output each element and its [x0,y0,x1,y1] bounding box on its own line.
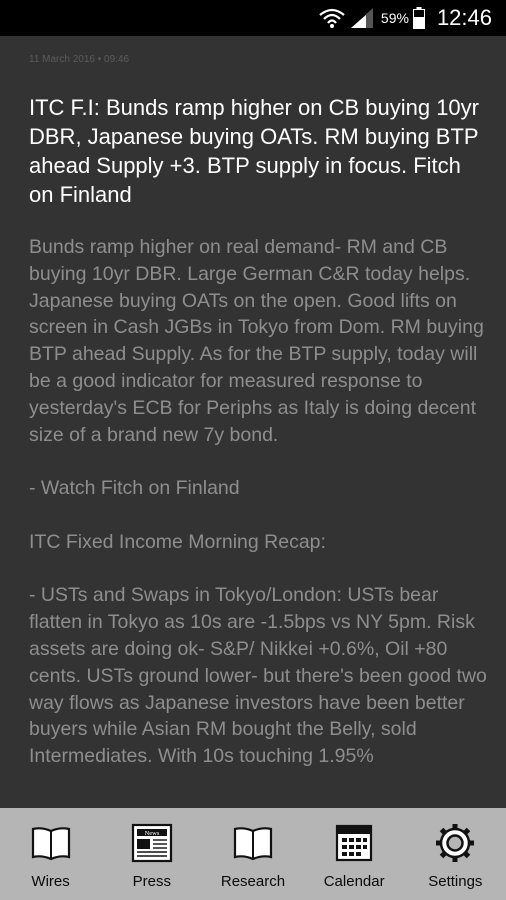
nav-calendar[interactable]: Calendar [304,808,404,890]
nav-label: Settings [428,873,483,890]
battery-percent: 59% [380,10,409,26]
signal-icon [350,8,373,28]
book-icon [232,822,274,864]
article-paragraph: - USTs and Swaps in Tokyo/London: USTs b… [29,584,487,768]
nav-press[interactable]: News Press [102,808,202,890]
nav-settings[interactable]: Settings [405,808,505,890]
bottom-navigation: Wires News Press Research Calendar Setti… [0,808,506,900]
nav-label: Research [220,873,286,890]
nav-wires[interactable]: Wires [1,808,101,890]
clock: 12:46 [436,5,492,30]
article-title: ITC F.I: Bunds ramp higher on CB buying … [29,95,479,207]
nav-label: Calendar [323,873,385,890]
article-paragraph: Bunds ramp higher on real demand- RM and… [29,236,484,446]
nav-label: Press [132,873,171,890]
calendar-icon [333,822,375,864]
article-paragraph: ITC Fixed Income Morning Recap: [29,530,326,553]
article-timestamp: 11 March 2016 • 09:46 [29,54,130,65]
gear-icon [434,822,476,864]
article-paragraph: - Watch Fitch on Finland [29,477,240,500]
book-icon [30,822,72,864]
nav-research[interactable]: Research [203,808,303,890]
newspaper-icon: News [131,822,173,864]
article-view[interactable]: 11 March 2016 • 09:46 ITC F.I: Bunds ram… [0,36,506,808]
battery-icon [412,7,425,29]
status-bar: 59% 12:46 [0,0,506,36]
svg-text:News: News [144,830,159,837]
wifi-icon [319,8,345,28]
nav-label: Wires [31,873,70,890]
article-body: Bunds ramp higher on real demand- RM and… [29,234,491,770]
